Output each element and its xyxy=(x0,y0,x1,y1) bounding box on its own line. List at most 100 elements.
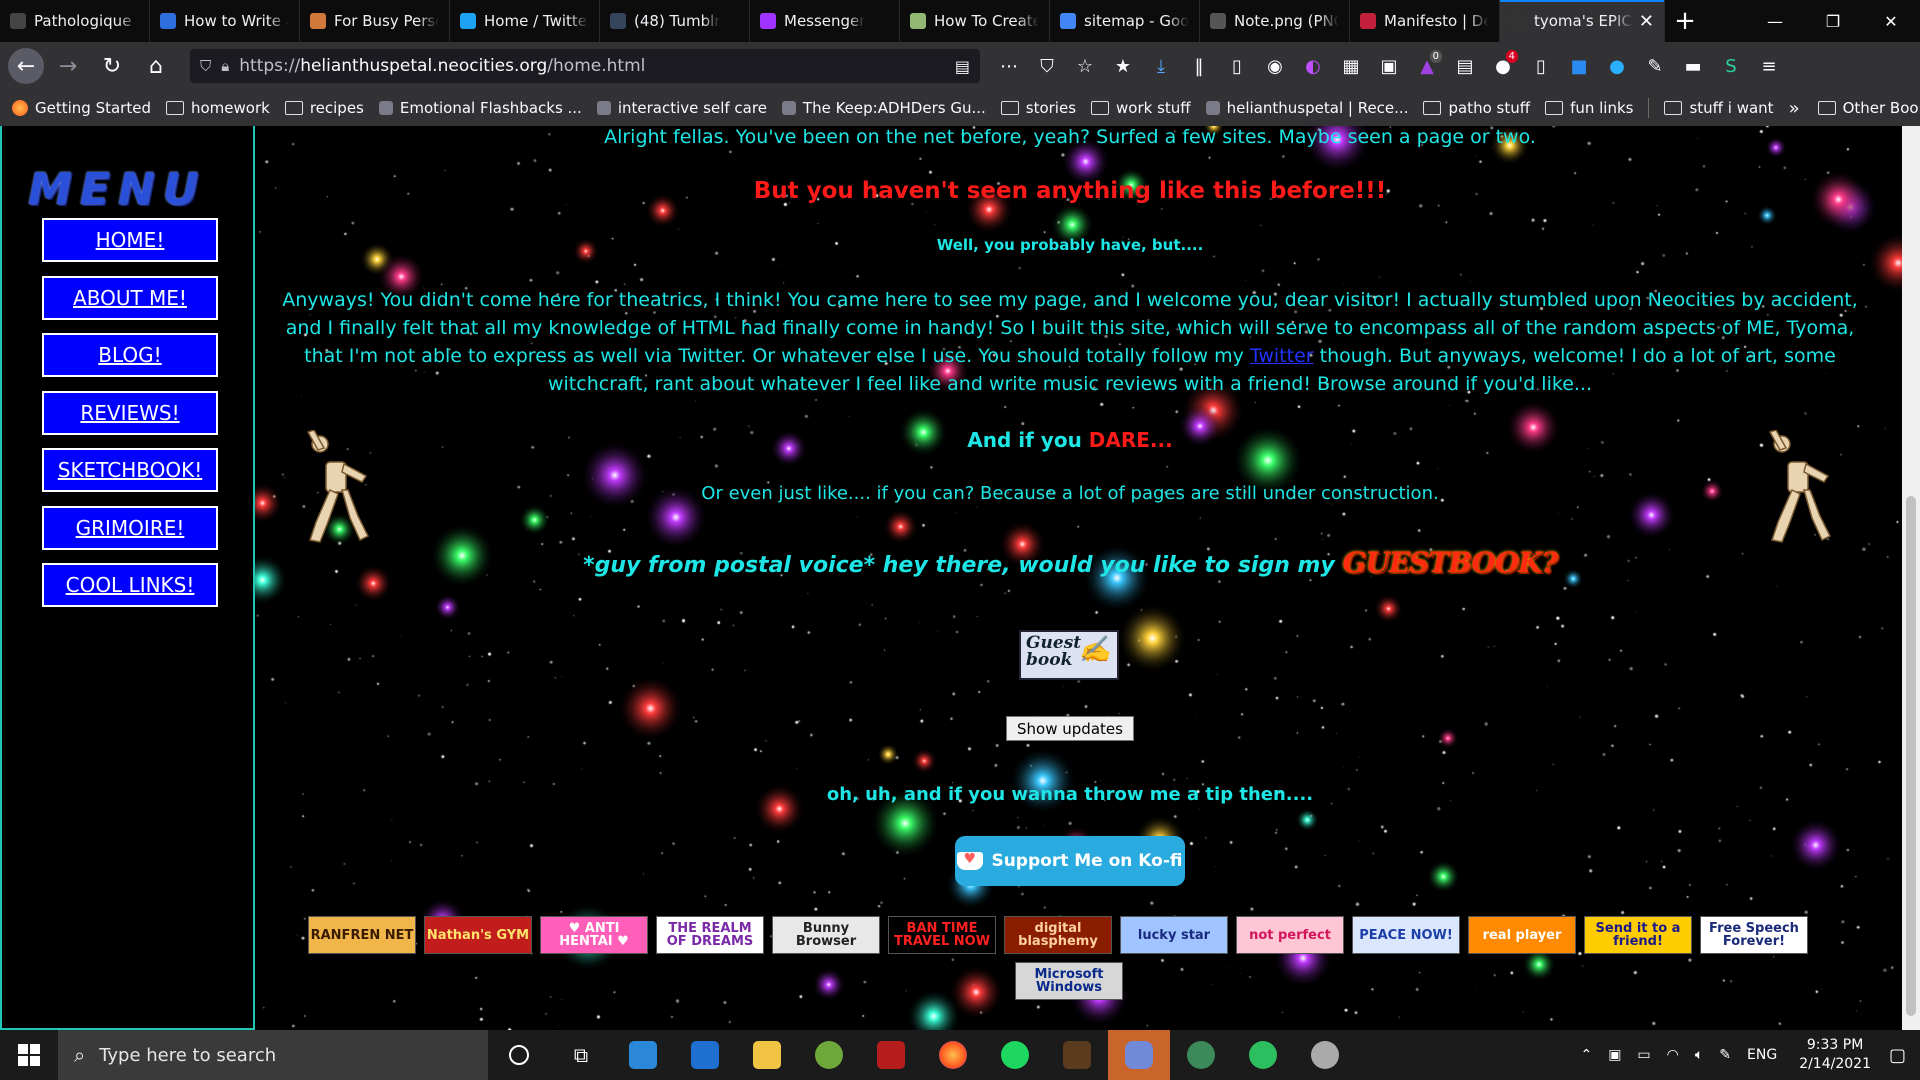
taskbar-app-game[interactable] xyxy=(1046,1030,1108,1080)
extension-alert-icon[interactable]: ● 4 xyxy=(1484,46,1522,86)
task-view-button[interactable]: ⧉ xyxy=(550,1030,612,1080)
link-button-88x31[interactable]: BAN TIME TRAVEL NOW xyxy=(888,916,996,954)
tray-device-icon[interactable]: ▣ xyxy=(1608,1047,1621,1063)
minimize-button[interactable]: — xyxy=(1746,0,1804,42)
taskbar-app-green[interactable] xyxy=(798,1030,860,1080)
account-icon[interactable]: ◉ xyxy=(1256,46,1294,86)
link-button-88x31[interactable]: Microsoft Windows xyxy=(1015,962,1123,1000)
browser-tab[interactable]: For Busy Person xyxy=(300,0,450,42)
taskbar-app-red[interactable] xyxy=(860,1030,922,1080)
twitter-link[interactable]: Twitter xyxy=(1250,345,1314,367)
extension-mouse-icon[interactable]: ▯ xyxy=(1522,46,1560,86)
browser-tab[interactable]: Note.png (PNG Ima xyxy=(1200,0,1350,42)
library-icon[interactable]: ‖ xyxy=(1180,46,1218,86)
new-tab-button[interactable]: + xyxy=(1665,0,1705,42)
page-scrollbar[interactable] xyxy=(1902,126,1920,1030)
kofi-button[interactable]: Support Me on Ko-fi xyxy=(955,836,1185,886)
browser-tab[interactable]: Manifesto | De xyxy=(1350,0,1500,42)
taskbar-app-gray[interactable] xyxy=(1294,1030,1356,1080)
page-actions-icon[interactable]: ⋯ xyxy=(990,46,1028,86)
bookmark-item[interactable]: Getting Started xyxy=(12,99,151,117)
link-button-88x31[interactable]: Free Speech Forever! xyxy=(1700,916,1808,954)
bookmark-item[interactable]: patho stuff xyxy=(1423,99,1530,117)
bookmark-item[interactable]: fun links xyxy=(1545,99,1633,117)
extension-chat-icon[interactable]: ● xyxy=(1598,46,1636,86)
link-button-88x31[interactable]: lucky star xyxy=(1120,916,1228,954)
menu-hamburger-icon[interactable]: ≡ xyxy=(1750,46,1788,86)
clock[interactable]: 9:33 PM 2/14/2021 xyxy=(1799,1036,1871,1074)
scrollbar-thumb[interactable] xyxy=(1906,496,1916,1016)
bookmarks-chevron-icon[interactable]: » xyxy=(1789,98,1800,119)
guestbook-button[interactable]: Guest book ✍ xyxy=(1019,630,1119,680)
back-button[interactable]: ← xyxy=(8,48,44,84)
bookmark-item[interactable]: stories xyxy=(1000,99,1076,117)
bookmark-item[interactable]: Emotional Flashbacks ... xyxy=(378,99,582,117)
taskbar-spotify[interactable] xyxy=(984,1030,1046,1080)
bookmark-item[interactable]: homework xyxy=(165,99,270,117)
taskbar-atom[interactable] xyxy=(1170,1030,1232,1080)
extension-purple-icon[interactable]: ▲ 0 xyxy=(1408,46,1446,86)
link-button-88x31[interactable]: PEACE NOW! xyxy=(1352,916,1460,954)
other-bookmarks[interactable]: Other Bookmarks xyxy=(1817,99,1920,117)
taskbar-evernote[interactable] xyxy=(1232,1030,1294,1080)
browser-tab[interactable]: How To Create xyxy=(900,0,1050,42)
close-tab-icon[interactable]: ✕ xyxy=(1633,11,1654,32)
notifications-icon[interactable]: ▢ xyxy=(1889,1045,1906,1066)
show-updates-button[interactable]: Show updates xyxy=(1006,716,1134,741)
bookmark-item[interactable]: stuff i want xyxy=(1664,99,1774,117)
bookmark-item[interactable]: helianthuspetal | Rece... xyxy=(1205,99,1408,117)
link-button-88x31[interactable]: digital blasphemy xyxy=(1004,916,1112,954)
pocket-icon[interactable]: ⛉ xyxy=(1028,46,1066,86)
link-button-88x31[interactable]: Bunny Browser xyxy=(772,916,880,954)
browser-tab[interactable]: Messenger xyxy=(750,0,900,42)
link-button-88x31[interactable]: not perfect xyxy=(1236,916,1344,954)
browser-tab[interactable]: sitemap - Goo xyxy=(1050,0,1200,42)
cortana-button[interactable] xyxy=(488,1030,550,1080)
browser-tab[interactable]: Home / Twitter xyxy=(450,0,600,42)
taskbar-mail[interactable] xyxy=(612,1030,674,1080)
menu-blog-link[interactable]: BLOG! xyxy=(42,333,218,377)
link-button-88x31[interactable]: ♥ ANTI HENTAI ♥ xyxy=(540,916,648,954)
browser-tab[interactable]: (48) Tumblr xyxy=(600,0,750,42)
home-button[interactable]: ⌂ xyxy=(136,46,176,86)
bookmark-item[interactable]: recipes xyxy=(284,99,364,117)
bookmark-star-icon[interactable]: ☆ xyxy=(1066,46,1104,86)
sidebar-icon[interactable]: ▯ xyxy=(1218,46,1256,86)
extension-blue-icon[interactable]: ■ xyxy=(1560,46,1598,86)
link-button-88x31[interactable]: Nathan's GYM xyxy=(424,916,532,954)
link-button-88x31[interactable]: THE REALM OF DREAMS xyxy=(656,916,764,954)
language-indicator[interactable]: ENG xyxy=(1747,1047,1777,1063)
reader-view-icon[interactable]: ▤ xyxy=(955,57,970,76)
taskbar-calendar[interactable] xyxy=(674,1030,736,1080)
restore-button[interactable]: ❐ xyxy=(1804,0,1862,42)
taskbar-file-explorer[interactable] xyxy=(736,1030,798,1080)
address-bar[interactable]: ⛉ 🔒︎ https://helianthuspetal.neocities.o… xyxy=(190,49,980,83)
link-button-88x31[interactable]: RANFREN NET xyxy=(308,916,416,954)
volume-icon[interactable]: 🔈︎ xyxy=(1695,1047,1703,1063)
extension-grid-icon[interactable]: ▦ xyxy=(1332,46,1370,86)
extension-exam-icon[interactable]: ▤ xyxy=(1446,46,1484,86)
menu-sketchbook-link[interactable]: SKETCHBOOK! xyxy=(42,448,218,492)
bookmark-item[interactable]: The Keep:ADHDers Gu... xyxy=(781,99,986,117)
link-button-88x31[interactable]: Send it to a friend! xyxy=(1584,916,1692,954)
extension-color-icon[interactable]: ◐ xyxy=(1294,46,1332,86)
browser-tab[interactable]: How to Write a xyxy=(150,0,300,42)
extension-screen-icon[interactable]: ▣ xyxy=(1370,46,1408,86)
link-button-88x31[interactable]: real player xyxy=(1468,916,1576,954)
forward-button[interactable]: → xyxy=(48,46,88,86)
menu-grimoire-link[interactable]: GRIMOIRE! xyxy=(42,506,218,550)
menu-reviews-link[interactable]: REVIEWS! xyxy=(42,391,218,435)
bookmark-item[interactable]: work stuff xyxy=(1091,99,1191,117)
taskbar-search-box[interactable]: ⌕ Type here to search xyxy=(58,1030,488,1080)
shield-icon[interactable]: ⛉ xyxy=(200,57,211,75)
wifi-icon[interactable]: ◠ xyxy=(1667,1047,1679,1063)
taskbar-firefox[interactable] xyxy=(922,1030,984,1080)
browser-tab[interactable]: tyoma's EPIC ho✕ xyxy=(1500,0,1665,42)
battery-icon[interactable]: ▭ xyxy=(1637,1047,1650,1063)
close-window-button[interactable]: ✕ xyxy=(1862,0,1920,42)
menu-cool-links-link[interactable]: COOL LINKS! xyxy=(42,563,218,607)
reload-button[interactable]: ↻ xyxy=(92,46,132,86)
extension-s-icon[interactable]: S xyxy=(1712,46,1750,86)
extension-comment-icon[interactable]: ▬ xyxy=(1674,46,1712,86)
pen-icon[interactable]: ✎ xyxy=(1719,1047,1731,1063)
